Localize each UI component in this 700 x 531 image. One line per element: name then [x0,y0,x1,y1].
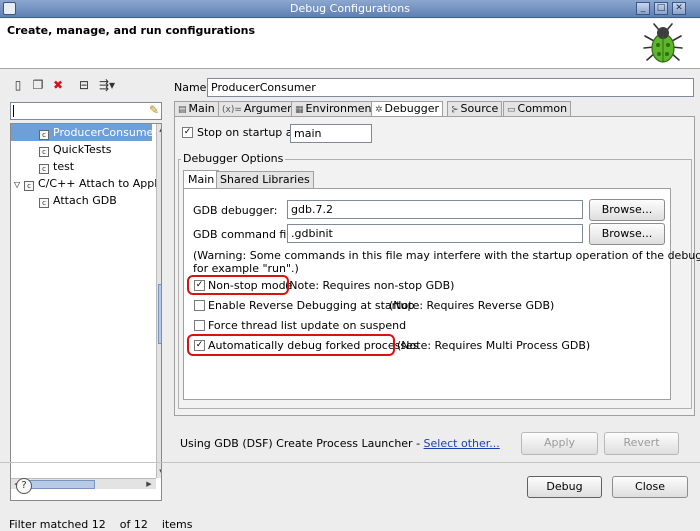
gdb-command-file-input[interactable]: .gdbinit [287,224,583,243]
debug-button[interactable]: Debug [527,476,602,498]
launcher-info: Using GDB (DSF) Create Process Launcher … [180,437,500,450]
filter-status: Filter matched 12 of 12 items [9,518,193,531]
window-title: Debug Configurations [289,2,410,15]
tree-item-label: QuickTests [53,143,112,156]
name-input[interactable]: ProducerConsumer [207,78,694,97]
tab-label: Environment [305,102,376,115]
new-config-icon: ▯ [14,78,22,92]
clear-filter-icon[interactable]: ✎ [149,103,159,117]
force-thread-update-checkbox[interactable] [194,320,205,331]
scroll-right-arrow[interactable]: ▶ [144,479,154,489]
arguments-tab-icon: (x)= [222,105,242,115]
vertical-scrollbar[interactable]: ▲ ▼ [156,124,161,478]
reverse-debugging-checkbox[interactable] [194,300,205,311]
configuration-list-panel: ▯ ❐ ✖ ⊟ ⇶▾ ✎ c ProducerConsumer c QuickTes… [6,75,192,531]
gdb-debugger-input[interactable]: gdb.7.2 [287,200,583,219]
force-thread-update-label: Force thread list update on suspend [208,319,407,332]
new-launch-configuration-button[interactable]: ▯ [8,75,28,95]
scroll-up-arrow[interactable]: ▲ [157,124,161,134]
expand-toggle-icon[interactable]: ▽ [14,176,24,193]
bug-icon [643,23,683,63]
duplicate-icon: ❐ [32,78,44,92]
tab-label: Debugger [384,102,439,115]
scroll-thumb[interactable] [25,480,95,489]
configuration-tree[interactable]: c ProducerConsumer c QuickTests c test ▽ c C/… [10,123,162,501]
delete-icon: ✖ [52,78,64,92]
non-stop-mode-highlight [187,275,289,295]
scroll-down-arrow[interactable]: ▼ [157,467,161,477]
c-config-icon: c [39,130,49,140]
c-attach-icon: c [24,181,34,191]
c-config-icon: c [39,164,49,174]
help-icon[interactable]: ? [16,478,32,494]
text-cursor [13,105,14,117]
separator [0,462,700,463]
debugger-tab-icon: ✲ [375,105,383,115]
non-stop-mode-note: (Note: Requires non-stop GDB) [285,279,455,292]
tab-label: Source [460,102,499,115]
warning-text-line2: for example "run".) [193,262,299,275]
tree-item-label: ProducerConsumer [53,126,158,139]
tree-item[interactable]: c Attach GDB [11,192,152,209]
launcher-text: Using GDB (DSF) Create Process Launcher … [180,437,424,450]
c-config-icon: c [39,147,49,157]
filter-button[interactable]: ⇶▾ [94,75,120,95]
tab-label: Main [188,102,215,115]
revert-button[interactable]: Revert [604,432,679,455]
tree-item[interactable]: c QuickTests [11,141,152,158]
dialog-heading: Create, manage, and run configurations [7,24,256,37]
browse-gdb-command-file-button[interactable]: Browse... [589,223,665,245]
warning-text-line1: (Warning: Some commands in this file may… [193,249,700,262]
name-label: Name: [174,81,211,94]
tree-item[interactable]: c test [11,158,152,175]
stop-on-startup-checkbox[interactable]: ✓ [182,127,193,138]
common-tab-icon: ▭ [507,105,516,115]
collapse-all-button[interactable]: ⊟ [74,75,94,95]
filter-input[interactable]: ✎ [10,102,162,120]
tree-item[interactable]: c ProducerConsumer [11,124,158,141]
browse-gdb-debugger-button[interactable]: Browse... [589,199,665,221]
auto-debug-forked-note: (Note: Requires Multi Process GDB) [397,339,591,352]
gdb-command-file-label: GDB command file: [193,228,300,241]
tab-shared-libraries[interactable]: Shared Libraries [216,171,314,189]
select-other-link[interactable]: Select other... [424,437,500,450]
tree-item-label: test [53,160,75,173]
horizontal-scrollbar[interactable]: ◀ ▶ [11,478,156,489]
filter-icon: ⇶▾ [98,78,116,92]
minimize-button[interactable]: _ [636,2,650,15]
tab-environment[interactable]: ▦ Environment [291,101,380,117]
tree-item[interactable]: ▽ c C/C++ Attach to Applic [11,175,161,193]
scroll-thumb[interactable] [158,284,161,344]
environment-tab-icon: ▦ [295,105,304,115]
main-tab-icon: ▤ [178,105,187,115]
close-button[interactable]: Close [612,476,688,498]
c-config-icon: c [39,198,49,208]
reverse-debugging-label: Enable Reverse Debugging at startup [208,299,415,312]
close-window-button[interactable]: ✕ [672,2,686,15]
tree-item-label: Attach GDB [53,194,117,207]
maximize-button[interactable]: □ [654,2,668,15]
gdb-debugger-label: GDB debugger: [193,204,278,217]
tab-options-main[interactable]: Main [183,170,220,189]
tab-main[interactable]: ▤ Main [174,101,219,117]
duplicate-button[interactable]: ❐ [28,75,48,95]
title-bar: Debug Configurations _ □ ✕ [0,0,700,18]
delete-button[interactable]: ✖ [48,75,68,95]
tab-common[interactable]: ▭ Common [503,101,572,117]
tab-label: Common [517,102,568,115]
source-tab-icon: ⊱ [451,105,459,115]
reverse-debugging-note: (Note: Requires Reverse GDB) [389,299,555,312]
tab-source[interactable]: ⊱ Source [447,101,503,117]
stop-on-startup-input[interactable]: main [290,124,372,143]
tree-item-label: C/C++ Attach to Applic [38,177,162,190]
dialog-header: Create, manage, and run configurations [0,19,700,69]
collapse-all-icon: ⊟ [78,78,90,92]
apply-button[interactable]: Apply [521,432,598,455]
auto-debug-forked-highlight [187,334,395,356]
debugger-options-label: Debugger Options [181,152,286,165]
stop-on-startup-label: Stop on startup at: [197,126,301,139]
